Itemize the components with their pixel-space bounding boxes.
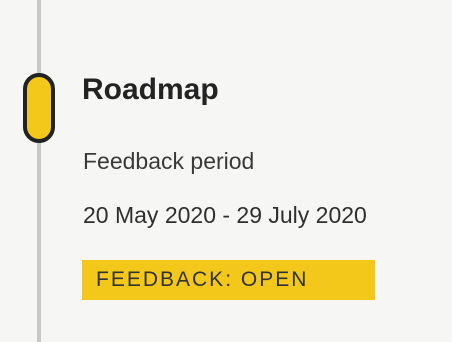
entry-date-range: 20 May 2020 - 29 July 2020 xyxy=(83,202,367,228)
timeline: Roadmap Feedback period 20 May 2020 - 29… xyxy=(0,0,452,342)
status-badge: FEEDBACK: OPEN xyxy=(82,260,375,300)
timeline-marker-icon xyxy=(23,73,55,143)
entry-title: Roadmap xyxy=(82,73,219,106)
timeline-line xyxy=(37,0,41,342)
entry-subtitle: Feedback period xyxy=(83,148,255,174)
